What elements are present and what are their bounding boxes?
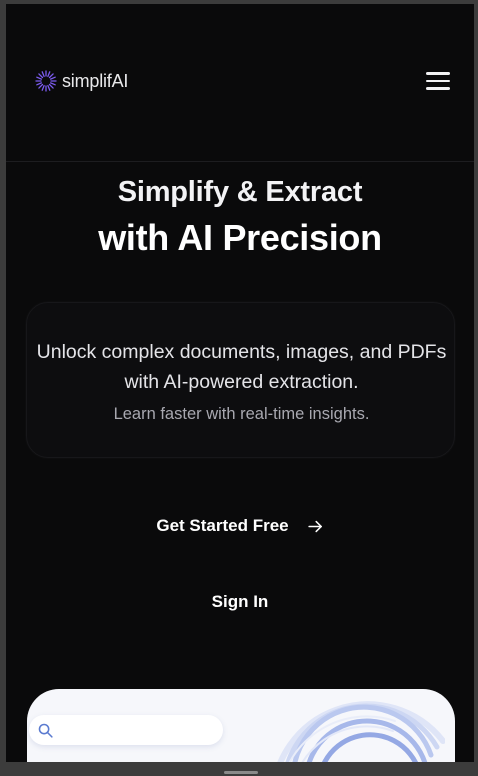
preview-arc-graphic — [277, 701, 445, 762]
get-started-label: Get Started Free — [156, 516, 289, 535]
menu-bar-top — [426, 72, 450, 75]
arrow-right-icon — [307, 520, 322, 532]
preview-search-field[interactable] — [29, 715, 223, 745]
feature-card-text: Unlock complex documents, images, and PD… — [36, 341, 447, 393]
hamburger-menu-icon[interactable] — [426, 67, 454, 95]
brand-name: simplifAI — [62, 70, 129, 91]
device-frame: simplifAI Simplify & Extract with AI Pre… — [0, 0, 478, 776]
sign-in-label: Sign In — [211, 592, 269, 611]
search-icon — [38, 723, 53, 738]
feature-card-subtext: Learn faster with real-time insights. — [113, 405, 370, 423]
get-started-button[interactable]: Get Started Free — [140, 510, 340, 542]
hero-title-line2: with AI Precision — [98, 217, 382, 258]
hero-title-line1: Simplify & Extract — [117, 176, 363, 208]
feature-card: Unlock complex documents, images, and PD… — [26, 302, 455, 458]
sunburst-logo-icon — [35, 70, 57, 92]
menu-bar-bottom — [426, 87, 450, 90]
sign-in-button[interactable]: Sign In — [190, 586, 290, 618]
top-header: simplifAI — [6, 4, 474, 162]
app-preview-panel — [27, 689, 455, 762]
brand-logo[interactable]: simplifAI — [34, 68, 128, 94]
menu-bar-middle — [426, 79, 450, 83]
app-screen: simplifAI Simplify & Extract with AI Pre… — [6, 4, 474, 762]
home-indicator — [224, 771, 258, 774]
